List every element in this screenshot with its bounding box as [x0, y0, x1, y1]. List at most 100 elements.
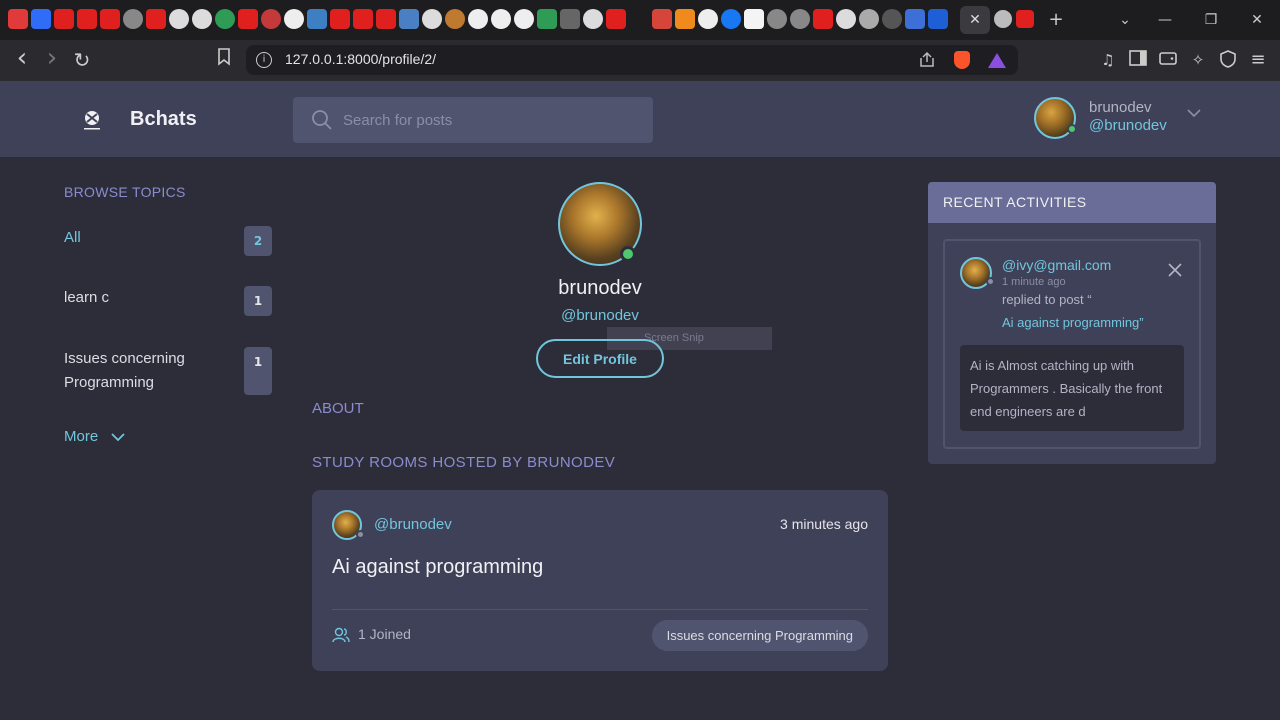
tab-favicon[interactable]	[100, 9, 120, 29]
tab-favicon[interactable]	[376, 9, 396, 29]
tab-favicon[interactable]	[77, 9, 97, 29]
tab-favicon[interactable]	[54, 9, 74, 29]
wallet-icon[interactable]	[1158, 50, 1178, 70]
activity-post-link[interactable]: Ai against programming”	[1002, 315, 1144, 330]
tab-favicon[interactable]	[859, 9, 879, 29]
tab-favicon[interactable]	[215, 9, 235, 29]
tab-favicon[interactable]	[31, 9, 51, 29]
about-title: ABOUT	[312, 400, 364, 417]
more-topics-link[interactable]: More	[64, 428, 98, 445]
joined-count: 1 Joined	[358, 626, 411, 642]
vpn-shield-icon[interactable]	[1218, 50, 1238, 70]
tab-favicon[interactable]	[744, 9, 764, 29]
tab-favicon[interactable]	[813, 9, 833, 29]
profile-handle: @brunodev	[561, 307, 639, 324]
tab-favicon[interactable]	[491, 9, 511, 29]
site-info-icon[interactable]: i	[256, 52, 272, 68]
topic-item-all[interactable]: All 2	[64, 226, 272, 256]
chevron-down-icon[interactable]	[1186, 105, 1202, 121]
close-icon[interactable]	[1168, 263, 1182, 277]
share-icon[interactable]	[918, 51, 936, 69]
tab-favicon[interactable]	[606, 9, 626, 29]
leo-ai-icon[interactable]: ✧	[1188, 50, 1208, 70]
tab-favicon[interactable]	[192, 9, 212, 29]
bookmark-icon[interactable]	[212, 48, 236, 72]
topic-item-learn-c[interactable]: learn c 1	[64, 286, 272, 316]
active-tab-close-icon[interactable]: ✕	[960, 6, 990, 34]
tab-favicon[interactable]	[284, 9, 304, 29]
tab-favicon[interactable]	[583, 9, 603, 29]
media-icon[interactable]: ♫	[1098, 50, 1118, 70]
brave-shields-icon[interactable]	[954, 51, 970, 69]
topic-label[interactable]: All	[64, 226, 81, 250]
search-box[interactable]	[293, 97, 653, 143]
maximize-icon[interactable]: ❐	[1196, 8, 1226, 32]
topic-item-issues-concerning-programming[interactable]: Issues concerning Programming 1	[64, 347, 272, 395]
back-icon[interactable]: ‹	[10, 45, 34, 72]
topic-label[interactable]: Issues concerning Programming	[64, 347, 214, 395]
divider	[332, 609, 868, 610]
tab-favicon[interactable]	[836, 9, 856, 29]
tab-favicon[interactable]	[261, 9, 281, 29]
brave-rewards-icon[interactable]	[988, 53, 1006, 68]
tab-favicon[interactable]	[353, 9, 373, 29]
chevron-down-icon[interactable]	[110, 430, 126, 444]
tab-favicon[interactable]	[8, 9, 28, 29]
menu-icon[interactable]: ≡	[1248, 50, 1268, 70]
tab-favicon[interactable]	[330, 9, 350, 29]
tab-favicon[interactable]	[698, 9, 718, 29]
close-window-icon[interactable]: ✕	[1242, 8, 1272, 32]
edit-profile-button[interactable]: Edit Profile	[536, 339, 664, 378]
header-user-handle[interactable]: @brunodev	[1089, 117, 1167, 134]
room-title-link[interactable]: Ai against programming	[332, 556, 543, 579]
address-bar[interactable]: i 127.0.0.1:8000/profile/2/	[246, 45, 1018, 75]
study-rooms-title: STUDY ROOMS HOSTED BY BRUNODEV	[312, 454, 616, 471]
activity-user-link[interactable]: @ivy@gmail.com	[1002, 257, 1111, 273]
sidebar-toggle-icon[interactable]	[1128, 50, 1148, 70]
recent-activities-header: RECENT ACTIVITIES	[928, 182, 1216, 223]
online-status-dot	[620, 246, 636, 262]
app-title[interactable]: Bchats	[130, 108, 197, 131]
tab-favicon[interactable]	[928, 9, 948, 29]
tab-favicon[interactable]	[123, 9, 143, 29]
room-timestamp: 3 minutes ago	[780, 516, 868, 532]
bchats-logo-icon[interactable]	[81, 109, 103, 131]
tab-favicon[interactable]	[445, 9, 465, 29]
tab-favicon[interactable]	[468, 9, 488, 29]
tab-favicon[interactable]	[905, 9, 925, 29]
room-topic-tag[interactable]: Issues concerning Programming	[651, 620, 868, 651]
tab-favicon[interactable]	[514, 9, 534, 29]
tab-favicon[interactable]	[790, 9, 810, 29]
tab-favicon[interactable]	[994, 10, 1012, 28]
tab-favicon[interactable]	[652, 9, 672, 29]
room-card[interactable]: @brunodev 3 minutes ago Ai against progr…	[312, 490, 888, 671]
forward-icon[interactable]: ›	[40, 45, 64, 72]
topic-count-badge: 2	[244, 226, 272, 256]
tab-favicon[interactable]	[422, 9, 442, 29]
minimize-icon[interactable]: —	[1150, 8, 1180, 32]
new-tab-icon[interactable]: +	[1046, 9, 1066, 31]
url-text[interactable]: 127.0.0.1:8000/profile/2/	[285, 51, 436, 67]
tab-favicon[interactable]	[675, 9, 695, 29]
recent-activities-title: RECENT ACTIVITIES	[943, 194, 1087, 210]
recent-activities-panel: RECENT ACTIVITIES @ivy@gmail.com 1 minut…	[928, 182, 1216, 464]
tab-favicon[interactable]	[307, 9, 327, 29]
tab-favicon[interactable]	[629, 9, 649, 29]
tab-favicon[interactable]	[882, 9, 902, 29]
tab-favicon[interactable]	[1016, 10, 1034, 28]
tab-favicon[interactable]	[537, 9, 557, 29]
reload-icon[interactable]: ↻	[70, 48, 94, 72]
room-host-link[interactable]: @brunodev	[374, 516, 452, 533]
tab-favicon[interactable]	[169, 9, 189, 29]
search-input[interactable]	[343, 97, 643, 143]
tab-list-chevron-icon[interactable]: ⌄	[1110, 8, 1140, 32]
tab-favicon[interactable]	[146, 9, 166, 29]
tab-favicon[interactable]	[767, 9, 787, 29]
activity-quote: Ai is Almost catching up with Programmer…	[960, 345, 1184, 431]
tab-favicon[interactable]	[238, 9, 258, 29]
tab-favicon[interactable]	[721, 9, 741, 29]
tab-favicon[interactable]	[399, 9, 419, 29]
header-user-name[interactable]: brunodev	[1089, 99, 1152, 116]
tab-favicon[interactable]	[560, 9, 580, 29]
topic-label[interactable]: learn c	[64, 286, 109, 310]
